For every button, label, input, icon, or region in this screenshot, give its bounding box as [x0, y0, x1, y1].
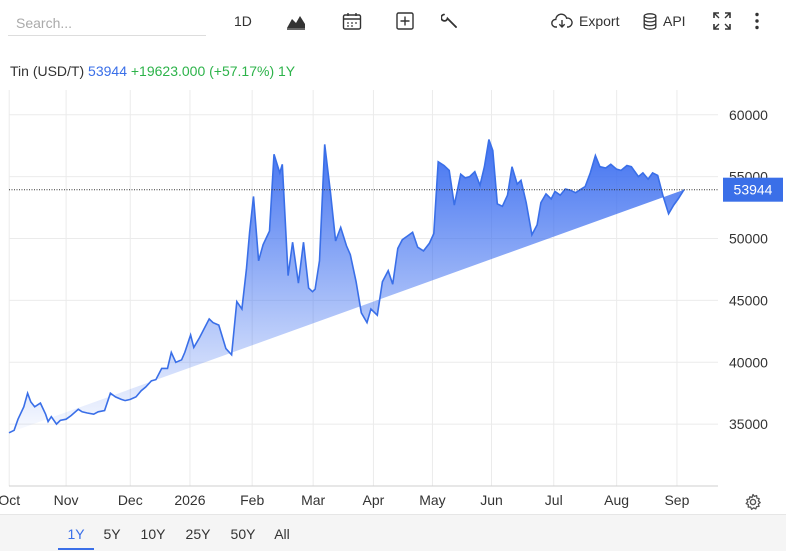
- y-tick-label: 45000: [729, 292, 768, 308]
- fullscreen-icon: [713, 12, 731, 30]
- x-tick-label: 2026: [174, 492, 205, 508]
- legend-value: 53944: [88, 63, 127, 79]
- fullscreen-button[interactable]: [712, 8, 732, 34]
- chart-type-button[interactable]: [286, 8, 306, 34]
- legend-period: 1Y: [278, 63, 296, 79]
- legend-name: Tin (USD/T): [10, 63, 85, 79]
- cloud-download-icon: [551, 13, 573, 28]
- api-button[interactable]: API: [643, 8, 686, 34]
- compare-button[interactable]: [396, 8, 414, 34]
- plus-box-icon: [396, 12, 414, 30]
- period-all[interactable]: All: [268, 515, 296, 548]
- chart-settings-button[interactable]: [744, 493, 762, 516]
- x-tick-label: Oct: [0, 492, 20, 508]
- x-tick-label: Apr: [363, 492, 385, 508]
- period-10y[interactable]: 10Y: [135, 515, 171, 548]
- x-tick-label: Jul: [545, 492, 563, 508]
- toolbar: 1D Export: [0, 0, 786, 42]
- price-area: [9, 139, 684, 433]
- y-tick-label: 40000: [729, 354, 768, 370]
- price-chart[interactable]: 350004000045000500005500060000 Oct Nov Dec…: [0, 42, 786, 514]
- x-tick-label: Sep: [664, 492, 689, 508]
- x-tick-label: Aug: [604, 492, 629, 508]
- area-chart-icon: [287, 16, 305, 30]
- legend-change: +19623.000 (+57.17%): [130, 63, 275, 79]
- api-label: API: [663, 13, 686, 29]
- calendar-button[interactable]: [342, 8, 362, 34]
- gear-icon: [745, 493, 761, 510]
- last-price-text: 53944: [734, 182, 773, 198]
- x-tick-label: Feb: [240, 492, 264, 508]
- y-tick-label: 50000: [729, 231, 768, 247]
- calendar-icon: [342, 13, 362, 30]
- export-button[interactable]: Export: [551, 8, 619, 34]
- y-tick-label: 60000: [729, 107, 768, 123]
- period-5y[interactable]: 5Y: [98, 515, 126, 548]
- period-25y[interactable]: 25Y: [180, 515, 216, 548]
- chart-area[interactable]: 35000 40000 45000 50000 55000 60000 Oct Nov Dec…: [0, 42, 786, 514]
- more-vertical-icon: [755, 12, 759, 30]
- period-1y[interactable]: 1Y: [58, 515, 94, 550]
- x-tick-label: Mar: [301, 492, 325, 508]
- y-axis: 350004000045000500005500060000: [729, 107, 768, 432]
- y-tick-label: 35000: [729, 416, 768, 432]
- search-input[interactable]: [8, 10, 206, 36]
- x-tick-label: Nov: [54, 492, 79, 508]
- grid-lines: [8, 90, 718, 487]
- interval-button[interactable]: 1D: [234, 8, 252, 34]
- interval-label: 1D: [234, 13, 252, 29]
- x-axis: Oct Nov Dec 2026 Feb Mar Apr May Jun Jul Aug Sep: [0, 492, 690, 508]
- wrench-icon: [441, 13, 457, 28]
- x-tick-label: Jun: [480, 492, 503, 508]
- x-tick-label: May: [419, 492, 445, 508]
- export-label: Export: [579, 13, 620, 29]
- period-50y[interactable]: 50Y: [225, 515, 261, 548]
- chart-legend: Tin (USD/T) 53944 +19623.000 (+57.17%) 1…: [10, 63, 295, 79]
- period-selector: 1Y 5Y 10Y 25Y 50Y All: [0, 514, 786, 551]
- database-icon: [643, 12, 657, 30]
- settings-tools-button[interactable]: [441, 8, 459, 34]
- more-menu-button[interactable]: [754, 8, 760, 34]
- x-tick-label: Dec: [118, 492, 143, 508]
- last-price-label: 53944: [723, 177, 783, 202]
